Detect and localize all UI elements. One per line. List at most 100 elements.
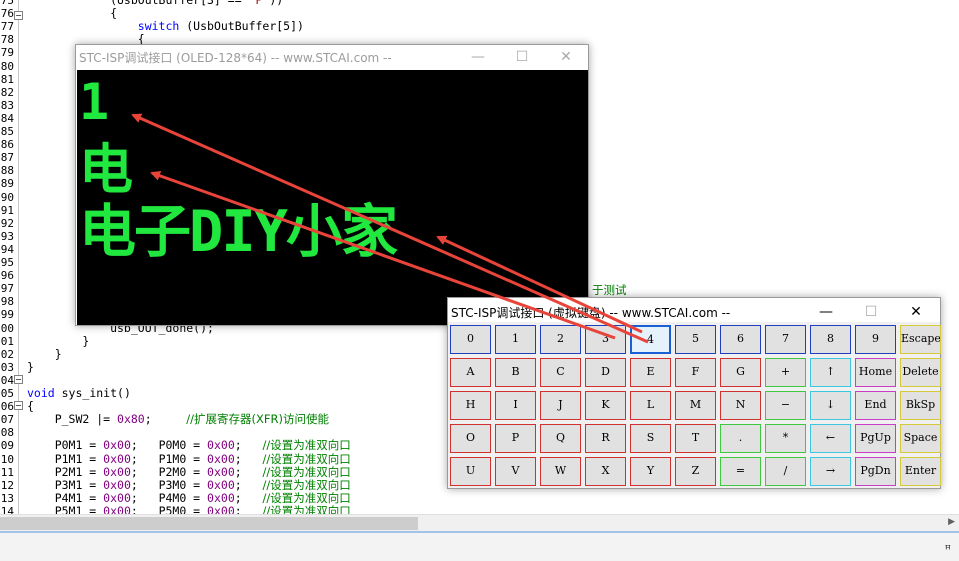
key-s[interactable]: S [630, 424, 671, 453]
line-number: 87 [0, 151, 14, 165]
line-code: { [27, 6, 118, 21]
key-c[interactable]: C [540, 358, 581, 387]
key-f[interactable]: F [675, 358, 716, 387]
key-delete[interactable]: Delete [900, 358, 941, 387]
key-4[interactable]: 4 [630, 325, 671, 354]
key-k[interactable]: K [585, 391, 626, 420]
key-u[interactable]: U [450, 457, 491, 486]
key-r[interactable]: R [585, 424, 626, 453]
key-home[interactable]: Home [855, 358, 896, 387]
key-h[interactable]: H [450, 391, 491, 420]
key-−[interactable]: − [765, 391, 806, 420]
key-3[interactable]: 3 [585, 325, 626, 354]
key-↑[interactable]: ↑ [810, 358, 851, 387]
key-g[interactable]: G [720, 358, 761, 387]
line-code: } [27, 359, 34, 374]
key-p[interactable]: P [495, 424, 536, 453]
key-0[interactable]: 0 [450, 325, 491, 354]
key-8[interactable]: 8 [810, 325, 851, 354]
oled-window-titlebar[interactable]: STC-ISP调试接口 (OLED-128*64) -- www.STCAI.c… [76, 45, 588, 69]
key-←[interactable]: ← [810, 424, 851, 453]
key-a[interactable]: A [450, 358, 491, 387]
key-5[interactable]: 5 [675, 325, 716, 354]
key-d[interactable]: D [585, 358, 626, 387]
key-pgdn[interactable]: PgDn [855, 457, 896, 486]
line-number: 82 [0, 85, 14, 99]
key-2[interactable]: 2 [540, 325, 581, 354]
key-n[interactable]: N [720, 391, 761, 420]
key-o[interactable]: O [450, 424, 491, 453]
close-button[interactable]: ✕ [544, 45, 588, 69]
key-t[interactable]: T [675, 424, 716, 453]
pin-icon[interactable]: ꟸ [945, 543, 951, 556]
key-i[interactable]: I [495, 391, 536, 420]
maximize-button[interactable]: ☐ [849, 300, 893, 324]
line-code: P1M1 = 0x00; P1M0 = 0x00; //设置为准双向口 [27, 451, 351, 466]
key-end[interactable]: End [855, 391, 896, 420]
key-9[interactable]: 9 [855, 325, 896, 354]
key-=[interactable]: = [720, 457, 761, 486]
key-*[interactable]: * [765, 424, 806, 453]
key-x[interactable]: X [585, 457, 626, 486]
line-number: 02 [0, 347, 14, 361]
line-number: 97 [0, 282, 14, 296]
key-7[interactable]: 7 [765, 325, 806, 354]
minimize-button[interactable]: — [456, 45, 500, 69]
line-number: 81 [0, 72, 14, 86]
maximize-button[interactable]: ☐ [500, 45, 544, 69]
line-number: 08 [0, 426, 14, 440]
key-.[interactable]: . [720, 424, 761, 453]
key-e[interactable]: E [630, 358, 671, 387]
key-b[interactable]: B [495, 358, 536, 387]
oled-line-3: 电子DIY小家 [79, 199, 398, 265]
line-code: P3M1 = 0x00; P3M0 = 0x00; //设置为准双向口 [27, 477, 351, 492]
line-number: 94 [0, 242, 14, 256]
key-→[interactable]: → [810, 457, 851, 486]
scrollbar-thumb[interactable] [0, 517, 418, 530]
keyboard-window-titlebar[interactable]: STC-ISP调试接口 (虚拟键盘) -- www.STCAI.com -- —… [448, 298, 940, 322]
code-line[interactable]: 77 switch (UsbOutBuffer[5]) [0, 20, 959, 34]
line-number: 76 [0, 7, 14, 21]
key-6[interactable]: 6 [720, 325, 761, 354]
line-number: 14 [0, 504, 14, 514]
line-number: 90 [0, 190, 14, 204]
minimize-button[interactable]: — [804, 300, 848, 324]
key-space[interactable]: Space [900, 424, 941, 453]
key-/[interactable]: / [765, 457, 806, 486]
code-line[interactable]: 76 { [0, 6, 959, 21]
key-escape[interactable]: Escape [900, 325, 941, 354]
key-q[interactable]: Q [540, 424, 581, 453]
oled-line-1: 1 [79, 73, 110, 131]
key-pgup[interactable]: PgUp [855, 424, 896, 453]
key-w[interactable]: W [540, 457, 581, 486]
fold-toggle-icon[interactable]: − [14, 11, 23, 20]
line-number: 84 [0, 111, 14, 125]
fold-toggle-icon[interactable]: − [14, 375, 23, 384]
key-l[interactable]: L [630, 391, 671, 420]
key-enter[interactable]: Enter [900, 457, 941, 486]
code-line[interactable]: 14 P5M1 = 0x00; P5M0 = 0x00; //设置为准双向口 [0, 504, 959, 514]
key-v[interactable]: V [495, 457, 536, 486]
horizontal-scrollbar[interactable]: ▶ [0, 514, 959, 531]
key-1[interactable]: 1 [495, 325, 536, 354]
oled-debug-window[interactable]: STC-ISP调试接口 (OLED-128*64) -- www.STCAI.c… [75, 44, 589, 326]
fold-toggle-icon[interactable]: − [14, 401, 23, 410]
key-↓[interactable]: ↓ [810, 391, 851, 420]
line-number: 83 [0, 98, 14, 112]
key-y[interactable]: Y [630, 457, 671, 486]
code-line[interactable]: 13 P4M1 = 0x00; P4M0 = 0x00; //设置为准双向口 [0, 491, 959, 505]
virtual-keyboard-window[interactable]: STC-ISP调试接口 (虚拟键盘) -- www.STCAI.com -- —… [447, 297, 941, 489]
line-code: P2M1 = 0x00; P2M0 = 0x00; //设置为准双向口 [27, 464, 351, 479]
code-line[interactable]: 75 (UsbOutBuffer[3] == 'P')) [0, 0, 959, 7]
key-z[interactable]: Z [675, 457, 716, 486]
line-number: 85 [0, 125, 14, 138]
oled-line-2: 电 [79, 138, 133, 201]
line-number: 10 [0, 452, 14, 466]
key-j[interactable]: J [540, 391, 581, 420]
key-m[interactable]: M [675, 391, 716, 420]
line-number: 07 [0, 413, 14, 427]
key-+[interactable]: + [765, 358, 806, 387]
key-bksp[interactable]: BkSp [900, 391, 941, 420]
scroll-right-icon[interactable]: ▶ [948, 517, 955, 527]
close-button[interactable]: ✕ [894, 300, 938, 324]
